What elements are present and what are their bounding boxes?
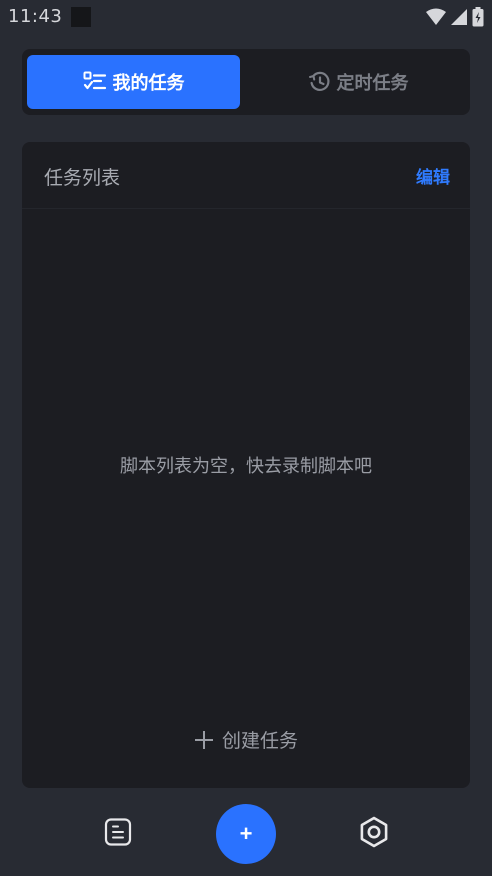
task-list-card: 任务列表 编辑 脚本列表为空，快去录制脚本吧 创建任务 bbox=[22, 142, 470, 788]
card-header: 任务列表 编辑 bbox=[22, 142, 470, 209]
status-bar: 11:43 bbox=[0, 0, 492, 34]
wifi-icon bbox=[426, 8, 446, 25]
signal-icon bbox=[451, 9, 467, 25]
card-title: 任务列表 bbox=[44, 167, 121, 189]
status-time: 11:43 bbox=[8, 6, 63, 27]
tab-scheduled-tasks[interactable]: 定时任务 bbox=[252, 55, 465, 109]
plus-icon bbox=[194, 730, 213, 749]
empty-state-message: 脚本列表为空，快去录制脚本吧 bbox=[120, 456, 372, 477]
status-icons bbox=[426, 7, 484, 27]
notification-icon bbox=[71, 7, 91, 27]
checklist-icon bbox=[83, 71, 106, 90]
task-tabs: 我的任务 定时任务 bbox=[22, 49, 470, 115]
edit-button[interactable]: 编辑 bbox=[416, 163, 450, 188]
create-task-button[interactable]: 创建任务 bbox=[22, 726, 470, 753]
document-list-icon[interactable] bbox=[104, 818, 132, 846]
tab-my-tasks[interactable]: 我的任务 bbox=[27, 55, 240, 109]
gear-icon[interactable] bbox=[358, 816, 390, 848]
tab-scheduled-tasks-label: 定时任务 bbox=[336, 73, 409, 94]
clock-history-icon bbox=[308, 71, 330, 91]
battery-icon bbox=[472, 7, 484, 27]
bottom-nav: + bbox=[0, 796, 492, 876]
create-task-label: 创建任务 bbox=[221, 730, 298, 752]
add-fab-button[interactable]: + bbox=[216, 804, 276, 864]
tab-my-tasks-label: 我的任务 bbox=[112, 73, 185, 94]
add-fab-label: + bbox=[239, 821, 253, 846]
